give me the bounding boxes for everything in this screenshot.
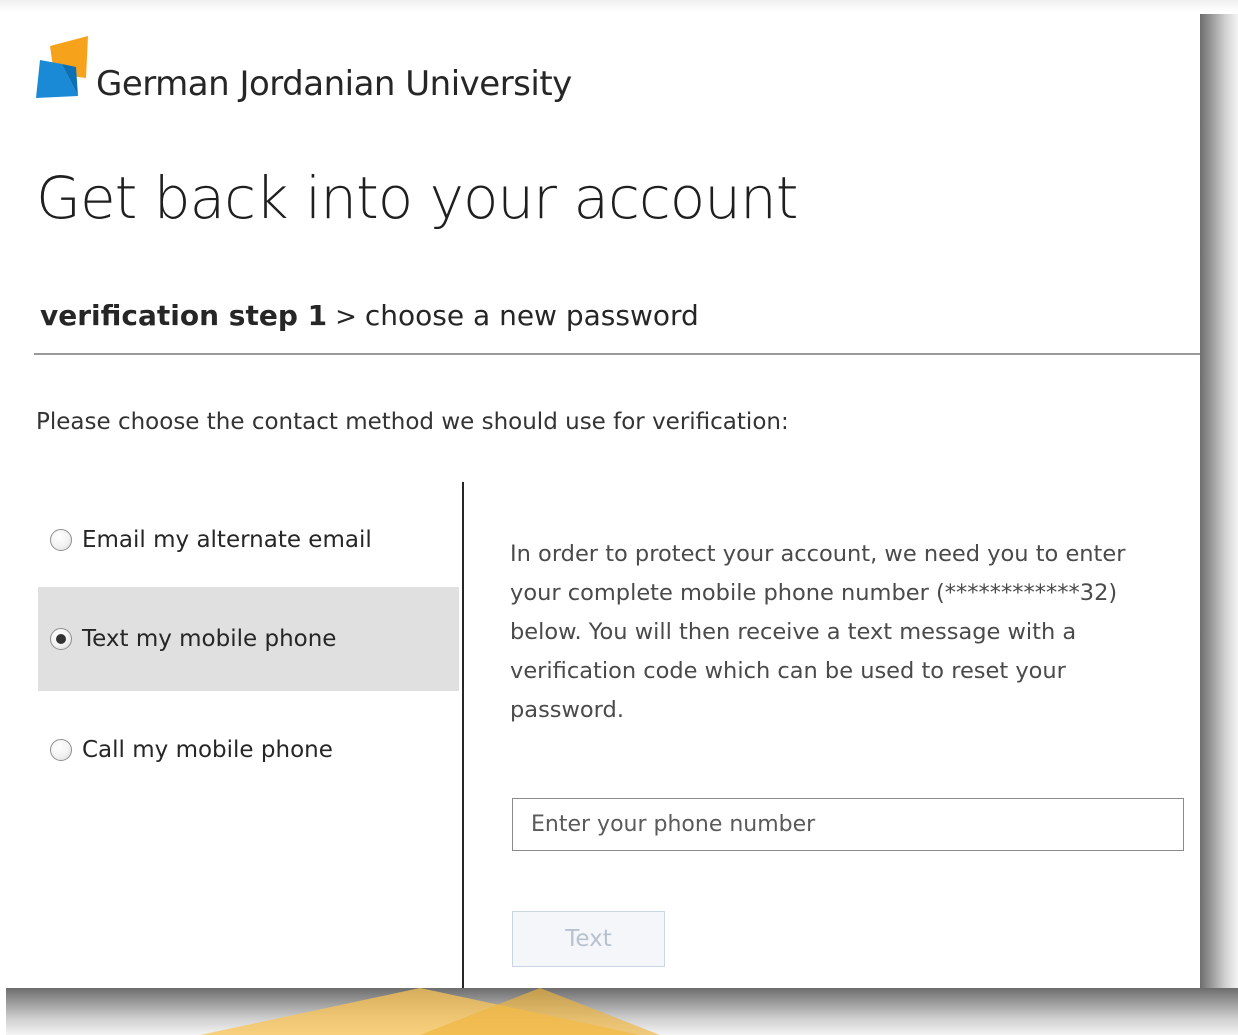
step-breadcrumb: verification step 1 > choose a new passwor… bbox=[40, 299, 699, 332]
step-separator: > bbox=[335, 302, 357, 332]
decorative-shape bbox=[420, 988, 660, 1035]
radio-button[interactable] bbox=[50, 529, 72, 551]
radio-button[interactable] bbox=[50, 628, 72, 650]
org-name: German Jordanian University bbox=[96, 64, 572, 104]
top-fade bbox=[0, 0, 1238, 12]
option-call-mobile[interactable]: Call my mobile phone bbox=[38, 698, 459, 802]
account-recovery-page: German Jordanian University Get back int… bbox=[0, 12, 1200, 988]
university-logo-icon bbox=[36, 36, 88, 98]
column-divider bbox=[462, 482, 464, 988]
instruction-text: Please choose the contact method we shou… bbox=[36, 409, 789, 435]
phone-number-input[interactable] bbox=[512, 798, 1184, 851]
radio-button[interactable] bbox=[50, 739, 72, 761]
option-label: Email my alternate email bbox=[82, 527, 372, 553]
option-text-mobile[interactable]: Text my mobile phone bbox=[38, 587, 459, 691]
text-button[interactable]: Text bbox=[512, 911, 665, 967]
steps-divider bbox=[34, 353, 1200, 355]
verification-description: In order to protect your account, we nee… bbox=[510, 541, 1126, 723]
page-shadow-right bbox=[1200, 14, 1238, 1024]
step-next: choose a new password bbox=[364, 299, 699, 332]
page-title: Get back into your account bbox=[36, 164, 799, 232]
option-email-alternate[interactable]: Email my alternate email bbox=[38, 488, 459, 592]
option-label: Call my mobile phone bbox=[82, 737, 333, 763]
step-current: verification step 1 bbox=[40, 299, 328, 332]
option-label: Text my mobile phone bbox=[82, 626, 337, 652]
